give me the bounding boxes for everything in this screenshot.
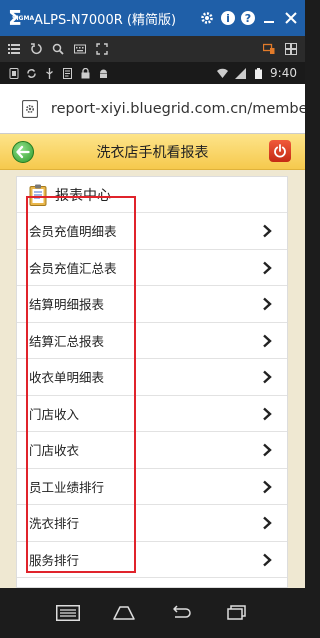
- panel-title: 报表中心: [55, 187, 111, 204]
- battery-icon: [253, 67, 264, 79]
- signal-icon: [235, 67, 247, 79]
- document-icon: [62, 67, 73, 79]
- report-list-item[interactable]: 洗衣排行: [17, 505, 287, 542]
- screen-cast-icon[interactable]: [263, 43, 275, 55]
- info-icon[interactable]: i: [221, 11, 235, 25]
- chevron-right-icon: [261, 370, 273, 384]
- chevron-right-icon: [261, 334, 273, 348]
- report-item-label: 服务排行: [29, 552, 80, 568]
- report-item-label: 会员充值明细表: [29, 224, 117, 240]
- rotate-icon[interactable]: [30, 43, 42, 55]
- minimize-icon[interactable]: [261, 10, 277, 26]
- report-list-item[interactable]: 会员充值明细表: [17, 213, 287, 250]
- report-list-item[interactable]: 结算汇总报表: [17, 323, 287, 359]
- android-status-bar: 9:40: [0, 62, 305, 84]
- chevron-right-icon: [261, 297, 273, 311]
- chevron-right-icon: [261, 516, 273, 530]
- help-icon[interactable]: ?: [241, 11, 255, 25]
- report-list-item[interactable]: 会员充值汇总表: [17, 250, 287, 286]
- sync-icon: [26, 68, 37, 79]
- report-item-label: 结算汇总报表: [29, 333, 105, 349]
- clipboard-icon: [29, 184, 47, 206]
- report-item-label: 结算明细报表: [29, 297, 105, 313]
- chevron-right-icon: [261, 407, 273, 421]
- page-content: 报表中心 会员充值明细表 会员充值汇总表 结算明细报表 结算汇总报表 收衣单明细表 门店收…: [0, 170, 305, 588]
- chevron-right-icon: [261, 480, 273, 494]
- report-item-label: 门店收衣: [29, 443, 80, 459]
- zoom-icon[interactable]: [52, 43, 64, 55]
- chevron-right-icon: [261, 261, 273, 275]
- report-item-label: 洗衣排行: [29, 516, 80, 532]
- report-list-item[interactable]: 收衣单明细表: [17, 359, 287, 396]
- report-list-item[interactable]: 服务排行: [17, 542, 287, 578]
- emulator-toolbar: [0, 36, 305, 62]
- power-off-icon[interactable]: [269, 140, 291, 162]
- home-nav-icon[interactable]: [110, 603, 138, 623]
- lock-icon: [80, 67, 91, 79]
- android-icon: [98, 68, 109, 79]
- report-list-item[interactable]: 结算明细报表: [17, 286, 287, 323]
- report-list-item[interactable]: 门店收衣: [17, 432, 287, 469]
- sigma-logo: Σ SIGMA: [0, 0, 34, 36]
- chevron-right-icon: [261, 443, 273, 457]
- close-icon[interactable]: [283, 10, 299, 26]
- report-list-item[interactable]: 门店收入: [17, 396, 287, 432]
- sigma-brand: SIGMA: [12, 15, 35, 22]
- usb-icon: [44, 67, 55, 79]
- menu-list-icon[interactable]: [8, 43, 20, 55]
- menu-nav-icon[interactable]: [54, 603, 82, 623]
- settings-gear-icon[interactable]: [199, 10, 215, 26]
- report-item-label: 会员充值汇总表: [29, 260, 117, 276]
- recent-apps-icon[interactable]: [223, 603, 251, 623]
- report-list-item[interactable]: 员工业绩排行: [17, 469, 287, 505]
- emulator-title-bar: Σ SIGMA ALPS-N7000R (精简版) i ?: [0, 0, 305, 36]
- panel-header: 报表中心: [17, 177, 287, 213]
- keyboard-icon[interactable]: [74, 43, 86, 55]
- report-item-label: 收衣单明细表: [29, 370, 105, 386]
- chevron-right-icon: [261, 224, 273, 238]
- wifi-icon: [217, 68, 229, 79]
- report-center-panel: 报表中心 会员充值明细表 会员充值汇总表 结算明细报表 结算汇总报表 收衣单明细表 门店收…: [16, 176, 288, 588]
- browser-url-bar[interactable]: report-xiyi.bluegrid.com.cn/members: [0, 84, 305, 134]
- chevron-right-icon: [261, 553, 273, 567]
- report-item-label: 员工业绩排行: [29, 479, 105, 495]
- fullscreen-icon[interactable]: [96, 43, 108, 55]
- sim-icon: [8, 67, 19, 79]
- window-title: ALPS-N7000R (精简版): [34, 12, 177, 28]
- status-time: 9:40: [270, 66, 297, 80]
- android-nav-bar: [0, 588, 305, 638]
- page-title: 洗衣店手机看报表: [96, 144, 209, 161]
- expand-grid-icon[interactable]: [285, 43, 297, 55]
- site-settings-icon[interactable]: [22, 99, 39, 118]
- page-header: 洗衣店手机看报表: [0, 134, 305, 170]
- back-arrow-icon[interactable]: [12, 141, 34, 163]
- url-text[interactable]: report-xiyi.bluegrid.com.cn/members: [51, 101, 305, 117]
- back-nav-icon[interactable]: [167, 603, 195, 623]
- report-item-label: 门店收入: [29, 406, 80, 422]
